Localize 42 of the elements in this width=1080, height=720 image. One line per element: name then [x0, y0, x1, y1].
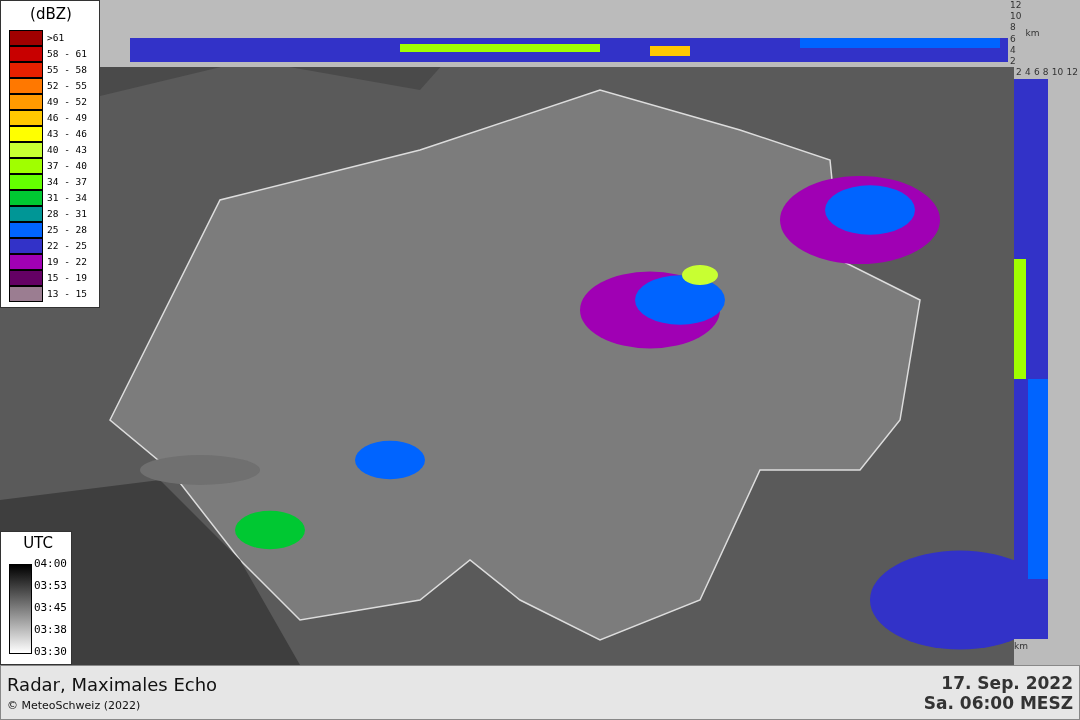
axis-tick-label: 4: [1010, 44, 1017, 55]
date-text: 17. Sep. 2022: [941, 672, 1073, 693]
legend-label: 15 - 19: [47, 272, 88, 283]
legend-label: 19 - 22: [47, 256, 88, 267]
time-label: 03:38: [33, 624, 67, 636]
axis-tick-label: 6: [1010, 33, 1017, 44]
legend-label: >61: [47, 32, 65, 43]
copyright-text: © MeteoSchweiz (2022): [7, 698, 142, 712]
legend-label: 55 - 58: [47, 64, 88, 75]
axis-unit-label: km: [1025, 28, 1040, 38]
product-title: Radar, Maximales Echo: [7, 673, 218, 695]
axis-unit-label: km: [1014, 641, 1029, 651]
legend-label: 46 - 49: [47, 112, 88, 123]
time-text: Sa. 06:00 MESZ: [923, 692, 1073, 713]
legend-label: 22 - 25: [47, 240, 88, 251]
legend-label: 28 - 31: [47, 208, 88, 219]
axis-tick-label: 2: [1016, 67, 1022, 77]
time-label: 03:30: [33, 646, 67, 658]
axis-tick-label: 4: [1024, 67, 1031, 77]
legend-label: 40 - 43: [47, 144, 88, 155]
time-label: 04:00: [33, 558, 67, 570]
legend-title: (dBZ): [29, 5, 73, 23]
legend-label: 49 - 52: [47, 96, 88, 107]
axis-tick-label: 8: [1042, 67, 1049, 77]
axis-tick-label: 12: [1010, 0, 1022, 10]
legend-label: 52 - 55: [47, 80, 88, 91]
time-label: 03:53: [33, 580, 67, 592]
axis-tick-label: 2: [1010, 55, 1017, 66]
time-label: 03:45: [33, 602, 67, 614]
axis-tick-label: 8: [1010, 22, 1017, 33]
axis-tick-label: 10: [1010, 11, 1022, 22]
legend-label: 31 - 34: [47, 192, 88, 203]
axis-tick-label: 10: [1051, 67, 1064, 77]
legend-label: 43 - 46: [47, 128, 88, 139]
legend-label: 25 - 28: [47, 224, 88, 235]
legend-label: 58 - 61: [47, 48, 88, 59]
axis-tick-label: 12: [1066, 67, 1078, 77]
legend-label: 37 - 40: [47, 160, 88, 171]
legend-title: UTC: [22, 534, 54, 552]
axis-tick-label: 6: [1033, 67, 1040, 77]
legend-label: 34 - 37: [47, 176, 88, 187]
legend-label: 13 - 15: [47, 288, 88, 299]
